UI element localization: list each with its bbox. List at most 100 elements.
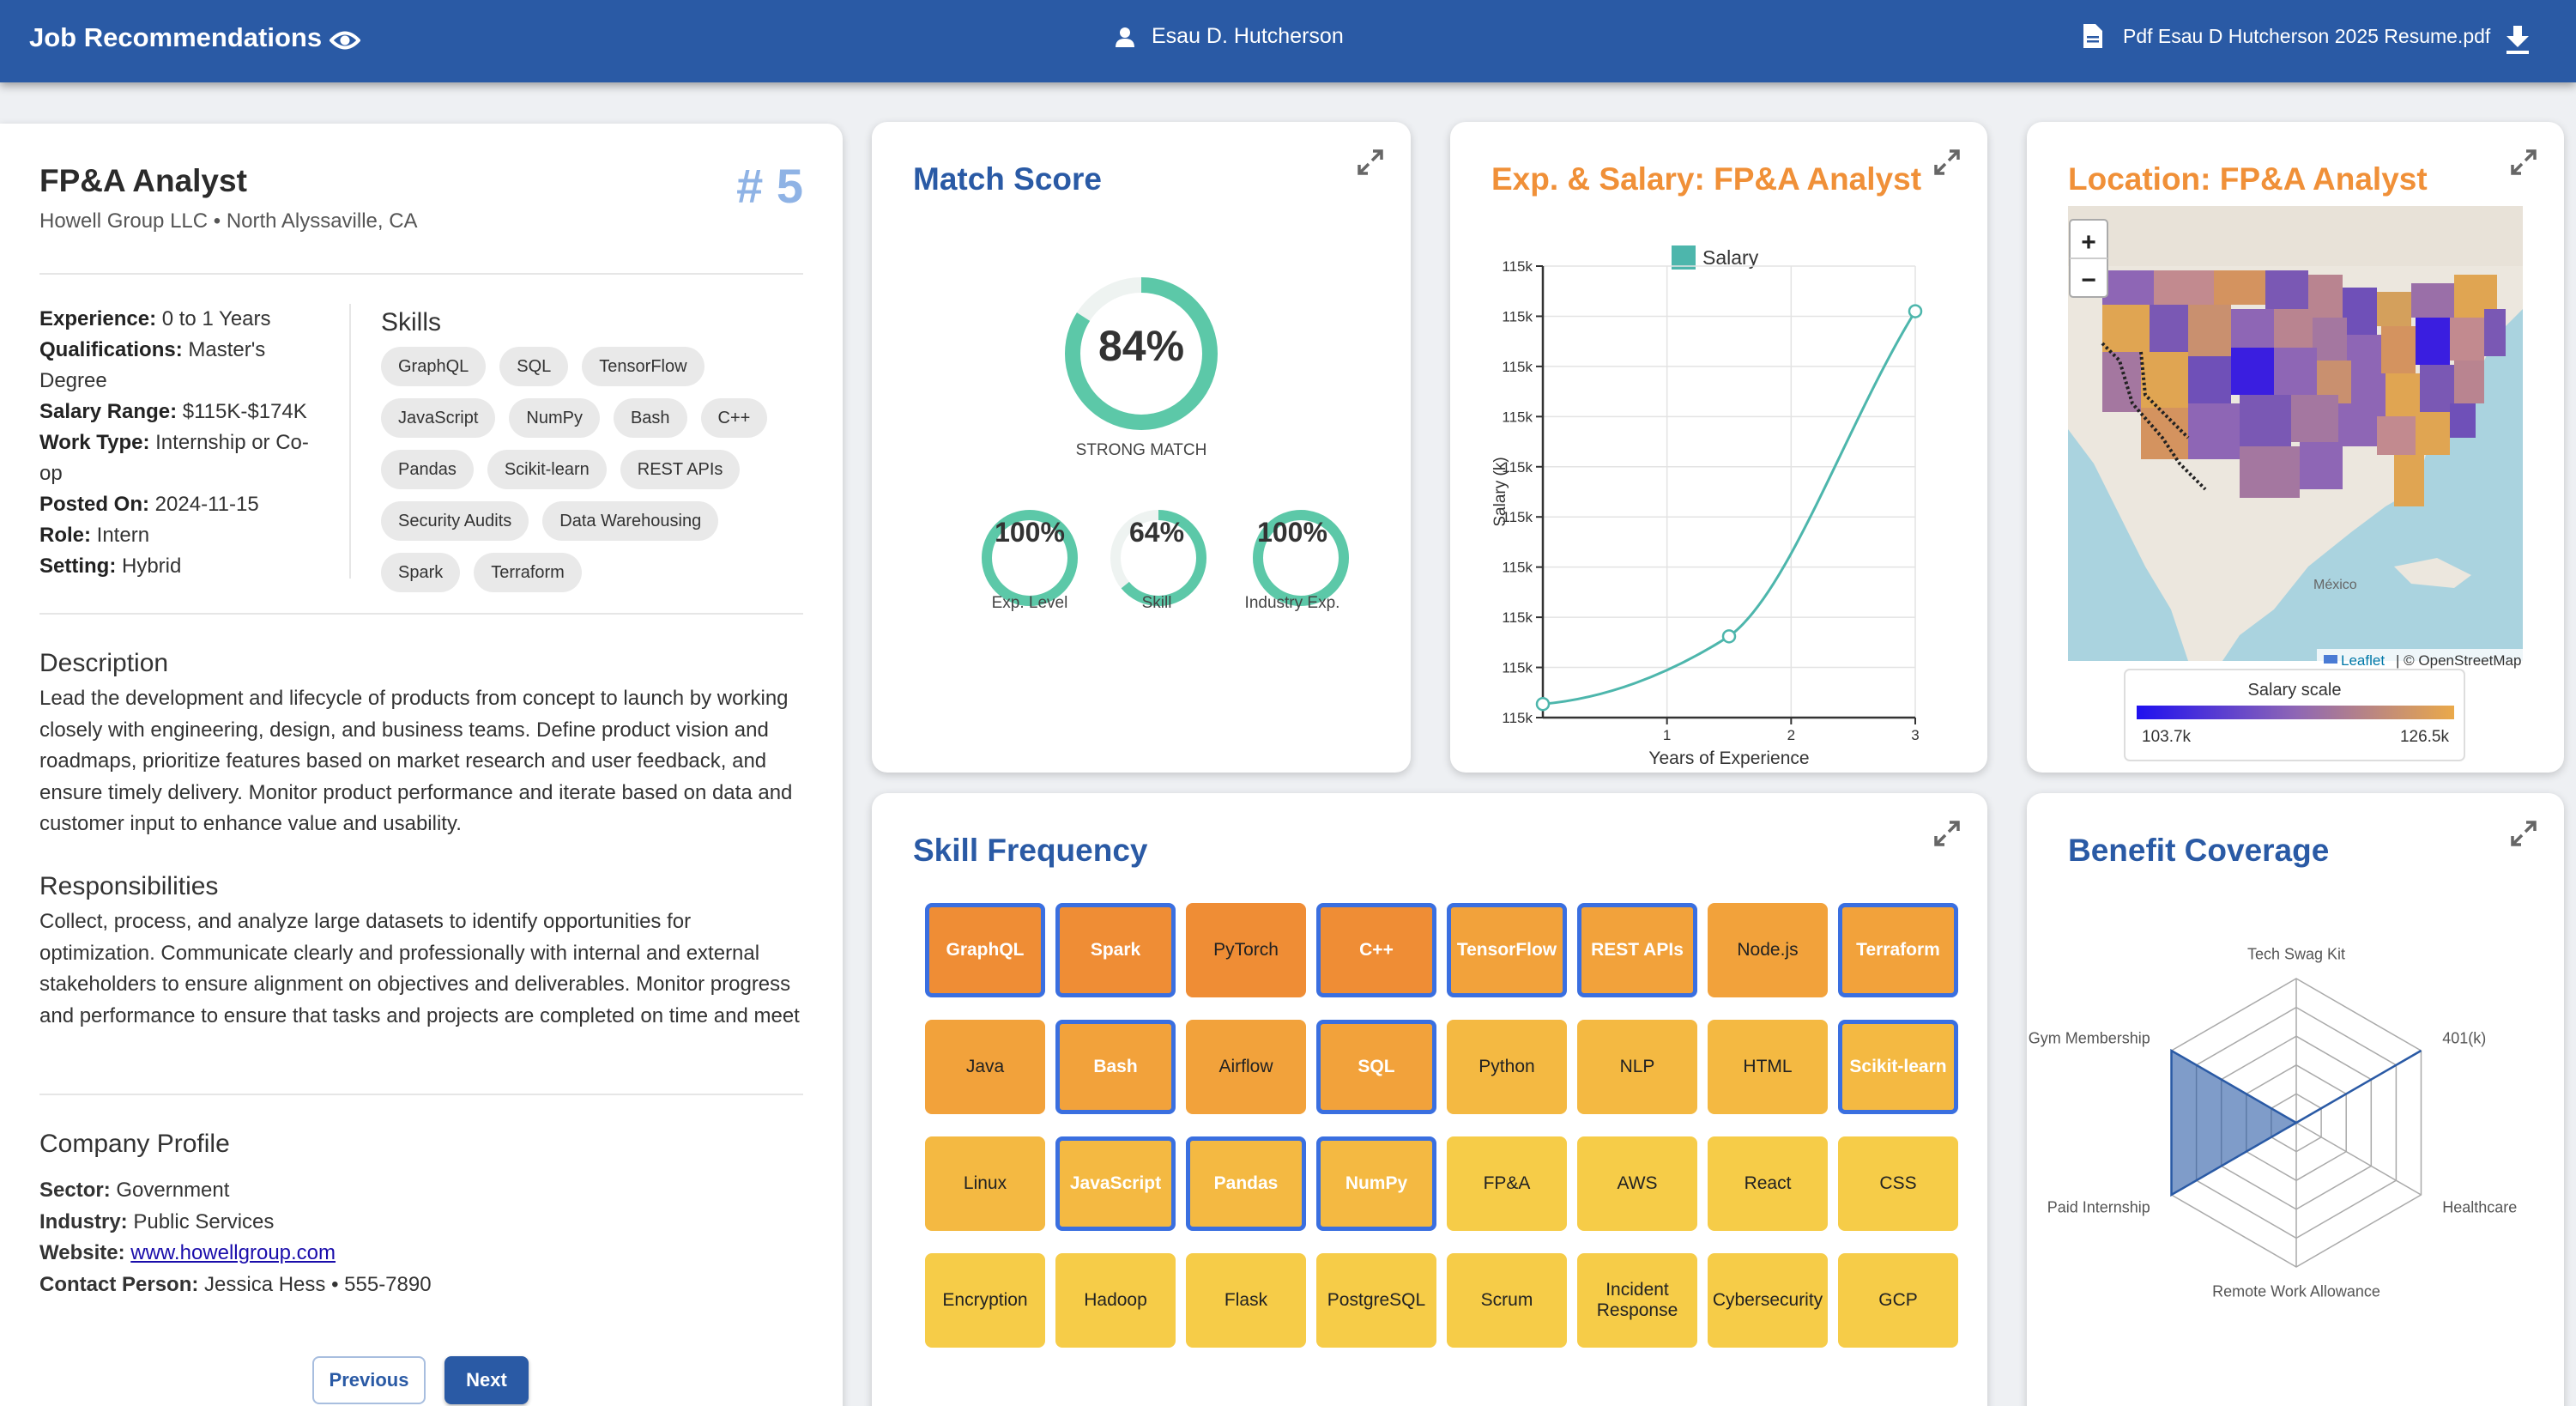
skill-frequency-cell[interactable]: CSS <box>1838 1136 1958 1231</box>
skill-frequency-cell[interactable]: TensorFlow <box>1447 903 1567 997</box>
skill-frequency-cell[interactable]: Java <box>925 1020 1045 1114</box>
skill-frequency-cell[interactable]: Hadoop <box>1055 1253 1176 1348</box>
skills-chips: GraphQL SQL TensorFlow JavaScript NumPy Bash C… <box>381 347 810 592</box>
eye-icon[interactable] <box>330 27 360 53</box>
skill-frequency-cell[interactable]: Airflow <box>1186 1020 1306 1114</box>
detail-value: Hybrid <box>116 555 182 578</box>
expand-icon[interactable] <box>2509 148 2538 177</box>
industry-label: Industry: <box>39 1209 128 1233</box>
skill-frequency-cell[interactable]: GCP <box>1838 1253 1958 1348</box>
skill-frequency-cell[interactable]: PostgreSQL <box>1316 1253 1436 1348</box>
benefit-radar-chart: Tech Swag Kit 401(k) Healthcare Remote Work… <box>2029 945 2518 1300</box>
website-link[interactable]: www.howellgroup.com <box>130 1241 336 1264</box>
skill-frequency-cell[interactable]: Flask <box>1186 1253 1306 1348</box>
skill-frequency-cell[interactable]: FP&A <box>1447 1136 1567 1231</box>
legend-min: 103.7k <box>2142 728 2192 746</box>
skill-frequency-cell[interactable]: Encryption <box>925 1253 1045 1348</box>
choropleth-map[interactable]: México Leaflet | © OpenStreetMap + − Sal… <box>2068 206 2523 773</box>
skill-chip: Terraform <box>474 553 582 592</box>
x-tick-label: 3 <box>1911 727 1919 743</box>
skill-frequency-cell[interactable]: Scikit-learn <box>1838 1020 1958 1114</box>
company-location: Howell Group LLC • North Alyssaville, CA <box>39 209 418 233</box>
y-tick-label: 115k <box>1502 560 1533 576</box>
radar-axis-label: Healthcare <box>2442 1198 2517 1215</box>
detail-row: Posted On: 2024-11-15 <box>39 489 323 520</box>
skill-frequency-cell[interactable]: Pandas <box>1186 1136 1306 1231</box>
data-point[interactable] <box>1535 696 1551 712</box>
skill-chip: NumPy <box>509 398 600 438</box>
detail-label: Posted On: <box>39 493 150 516</box>
top-app-bar: Job Recommendations Esau D. Hutcherson P… <box>0 0 2576 82</box>
previous-button[interactable]: Previous <box>312 1356 426 1404</box>
job-title: FP&A Analyst <box>39 163 247 198</box>
skill-frequency-cell[interactable]: C++ <box>1316 903 1436 997</box>
user-name: Esau D. Hutcherson <box>1152 24 1344 48</box>
legend-max: 126.5k <box>2400 728 2450 746</box>
skill-frequency-cell[interactable]: SQL <box>1316 1020 1436 1114</box>
detail-label: Experience: <box>39 307 157 330</box>
responsibilities-text: Collect, process, and analyze large data… <box>39 910 800 1027</box>
skill-frequency-cell[interactable]: Bash <box>1055 1020 1176 1114</box>
detail-value: Intern <box>91 524 150 547</box>
skill-chip: REST APIs <box>620 450 741 489</box>
skill-chip: Pandas <box>381 450 474 489</box>
detail-label: Role: <box>39 524 91 547</box>
zoom-out-button[interactable]: − <box>2081 266 2096 294</box>
skill-frequency-cell[interactable]: Linux <box>925 1136 1045 1231</box>
leaflet-attribution-link[interactable]: Leaflet <box>2341 652 2385 669</box>
divider <box>39 1094 803 1095</box>
skill-frequency-cell[interactable]: Cybersecurity <box>1708 1253 1828 1348</box>
skill-frequency-cell[interactable]: NLP <box>1577 1020 1697 1114</box>
responsibilities-heading: Responsibilities <box>39 872 219 900</box>
skill-chip: Data Warehousing <box>542 501 719 541</box>
user-info[interactable]: Esau D. Hutcherson <box>1116 24 1344 49</box>
detail-row: Qualifications: Master's Degree <box>39 335 323 397</box>
skill-frequency-cell[interactable]: Incident Response <box>1577 1253 1697 1348</box>
skill-chip: Scikit-learn <box>487 450 607 489</box>
sector-label: Sector: <box>39 1179 111 1202</box>
skill-frequency-cell[interactable]: AWS <box>1577 1136 1697 1231</box>
skill-frequency-cell[interactable]: Node.js <box>1708 903 1828 997</box>
y-tick-label: 115k <box>1502 308 1533 324</box>
skill-frequency-cell[interactable]: HTML <box>1708 1020 1828 1114</box>
detail-label: Salary Range: <box>39 400 178 423</box>
skill-frequency-cell[interactable]: Python <box>1447 1020 1567 1114</box>
skill-chip: Spark <box>381 553 461 592</box>
skill-frequency-cell[interactable]: Scrum <box>1447 1253 1567 1348</box>
data-point[interactable] <box>1908 304 1923 318</box>
divider <box>349 304 351 579</box>
resume-file[interactable]: Pdf Esau D Hutcherson 2025 Resume.pdf <box>2083 24 2490 48</box>
skill-chip: GraphQL <box>381 347 487 386</box>
company-profile: Sector: Government Industry: Public Serv… <box>39 1175 432 1300</box>
skill-frequency-cell[interactable]: React <box>1708 1136 1828 1231</box>
description-heading: Description <box>39 649 169 677</box>
overall-score: 84% <box>1098 322 1185 370</box>
job-details-list: Experience: 0 to 1 Years Qualifications: … <box>39 304 323 582</box>
zoom-in-button[interactable]: + <box>2081 228 2096 257</box>
data-point[interactable] <box>1721 629 1737 644</box>
website-label: Website: <box>39 1241 125 1264</box>
exp-level-score: 100% <box>995 517 1065 548</box>
skill-frequency-cell[interactable]: GraphQL <box>925 903 1045 997</box>
x-axis-label: Years of Experience <box>1648 748 1809 768</box>
location-title: Location: FP&A Analyst <box>2068 161 2428 197</box>
location-map-card: Location: FP&A Analyst México Leaflet | … <box>2027 122 2564 773</box>
skill-frequency-cell[interactable]: Terraform <box>1838 903 1958 997</box>
skill-frequency-card: Skill Frequency GraphQL Spark PyTorch C++ Te… <box>872 793 1987 1406</box>
download-icon[interactable] <box>2504 26 2531 55</box>
detail-row: Salary Range: $115K-$174K <box>39 397 323 427</box>
skill-chip: SQL <box>499 347 569 386</box>
detail-row: Work Type: Internship or Co-op <box>39 427 323 489</box>
rank-badge: # 5 <box>736 159 803 213</box>
skill-frequency-cell[interactable]: PyTorch <box>1186 903 1306 997</box>
salary-chart-card: Exp. & Salary: FP&A Analyst Salary 115k 11… <box>1450 122 1987 773</box>
radar-axis <box>2295 1122 2422 1196</box>
skill-frequency-cell[interactable]: REST APIs <box>1577 903 1697 997</box>
detail-label: Qualifications: <box>39 338 183 361</box>
expand-icon[interactable] <box>1932 819 1962 848</box>
legend-label: Salary <box>1702 246 1759 269</box>
next-button[interactable]: Next <box>444 1356 529 1404</box>
skill-frequency-cell[interactable]: Spark <box>1055 903 1176 997</box>
skill-frequency-cell[interactable]: JavaScript <box>1055 1136 1176 1231</box>
skill-frequency-cell[interactable]: NumPy <box>1316 1136 1436 1231</box>
